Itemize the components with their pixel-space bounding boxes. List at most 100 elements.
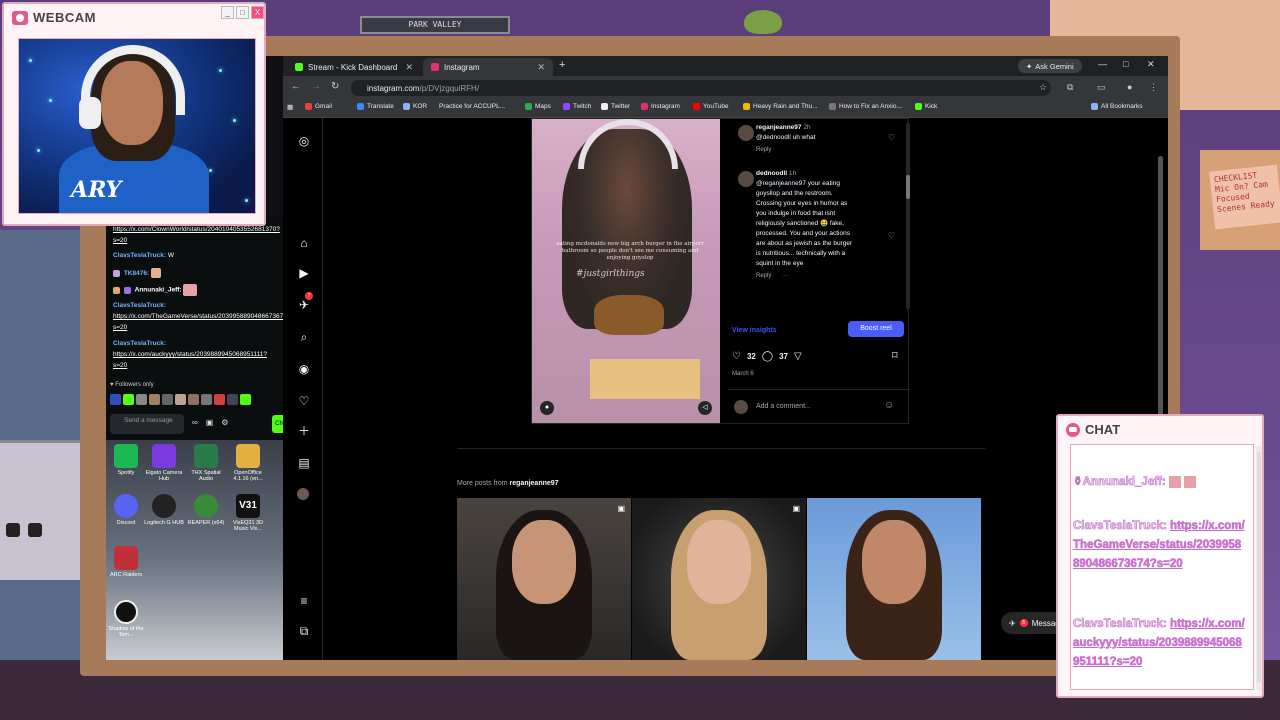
ask-gemini-button[interactable]: ✦ Ask Gemini [1018,59,1082,73]
emote-icon[interactable] [175,394,186,405]
desktop-icon-viseq[interactable]: V31 VisEQ31 3D Music Vis... [228,494,268,532]
chat-link[interactable]: https://x.com/TheGameVerse/status/203995… [113,313,283,331]
comment-mention[interactable]: @dednoodll [756,134,791,141]
chat-send-button[interactable]: Ch [272,415,283,433]
more-posts-user[interactable]: reganjeanne97 [510,480,559,487]
tab-kick-dashboard[interactable]: Stream - Kick Dashboard ✕ [287,58,421,76]
maximize-button[interactable]: □ [236,6,249,19]
new-tab-button[interactable]: + [559,59,565,71]
desktop-icon-thx[interactable]: THX Spatial Audio [186,444,226,482]
desktop-icon-spotify[interactable]: Spotify [106,444,146,476]
back-icon[interactable]: ← [291,81,301,92]
desktop-icon-shadow-tomb[interactable]: Shadow of the Tom... [106,600,146,638]
emote-icon[interactable] [188,394,199,405]
chat-username[interactable]: ClavsTeslaTruck: [113,252,166,259]
view-insights-link[interactable]: View insights [732,327,777,334]
chat-input[interactable]: Send a message [110,414,184,434]
reply-button[interactable]: Reply [756,145,886,155]
all-bookmarks[interactable]: All Bookmarks [1091,103,1143,110]
comment-icon[interactable]: ◯ [762,351,773,362]
minimize-button[interactable]: — [1098,59,1107,69]
chat-scroll-thumb[interactable] [1257,452,1261,682]
tab-instagram[interactable]: Instagram ✕ [423,58,553,76]
more-post-thumbnail[interactable]: ▣ [632,498,806,660]
comment-like-icon[interactable]: ♡ [888,231,895,240]
desktop-icon-logitech[interactable]: Logitech G HUB [144,494,184,526]
create-icon[interactable]: ＋ [297,424,311,438]
bookmark-item[interactable]: How to Fix an Anxio... [829,103,902,110]
search-icon[interactable]: ⌕ [297,330,311,344]
desktop-icon-reaper[interactable]: REAPER (x64) [186,494,226,526]
reload-icon[interactable]: ↻ [331,81,339,92]
heart-icon[interactable]: ♡ [297,394,311,408]
close-tab-icon[interactable]: ✕ [405,62,413,73]
bookmark-item[interactable]: Instagram [641,103,680,110]
avatar[interactable] [738,125,754,141]
maximize-button[interactable]: □ [1123,59,1128,69]
bookmark-item[interactable]: Twitch [563,103,591,110]
chat-username[interactable]: ClavsTeslaTruck: [113,340,166,347]
emoji-icon[interactable]: ∞ [192,418,198,427]
more-post-thumbnail[interactable] [807,498,981,660]
boost-reel-button[interactable]: Boost reel [848,321,904,337]
bookmark-item[interactable]: Translate [357,103,394,110]
close-button[interactable]: X [251,6,264,19]
comments-scrollbar[interactable] [906,123,910,309]
menu-icon[interactable]: ⋮ [1149,82,1158,93]
emote-icon[interactable] [227,394,238,405]
bookmark-item[interactable]: Kick [915,103,937,110]
save-icon[interactable]: ⌑ [892,349,898,362]
close-window-button[interactable]: ✕ [1147,59,1155,70]
reply-button[interactable]: Reply [756,273,771,279]
comment-username[interactable]: dednoodll [756,170,787,177]
apps-icon[interactable]: ▦ [287,103,293,111]
also-from-meta-icon[interactable]: ⧉ [297,624,311,638]
chat-username[interactable]: TK8476: [124,270,149,277]
bookmark-item[interactable]: Practice for ACCUPL... [439,103,505,110]
forward-icon[interactable]: → [311,81,321,92]
like-icon[interactable]: ♡ [732,351,741,362]
desktop-icon-discord[interactable]: Discord [106,494,146,526]
profile-avatar[interactable]: ● [1127,82,1132,92]
emote-icon[interactable] [136,394,147,405]
profile-avatar[interactable] [297,488,309,500]
avatar[interactable] [738,171,754,187]
desktop-icon-openoffice[interactable]: OpenOffice 4.1.16 (en... [228,444,268,482]
bookmark-item[interactable]: KOR [403,103,427,110]
reels-icon[interactable]: ▶ [297,266,311,280]
chat-username[interactable]: ClavsTeslaTruck: [113,302,166,309]
comment-mention[interactable]: @reganjeanne97 [756,180,806,187]
instagram-logo-icon[interactable]: ◎ [297,134,311,148]
desktop-icon-elgato[interactable]: Elgato Camera Hub [144,444,184,482]
star-icon[interactable]: ☆ [1039,82,1047,93]
share-icon[interactable]: ▽ [794,351,802,362]
comment-more-icon[interactable]: ··· [783,273,789,279]
emote-icon[interactable] [123,394,134,405]
mute-icon[interactable]: ◁ [698,401,712,415]
emote-icon[interactable] [162,394,173,405]
gift-icon[interactable]: ▣ [206,418,214,427]
home-icon[interactable]: ⌂ [297,236,311,250]
comment-like-icon[interactable]: ♡ [888,133,895,142]
emote-icon[interactable] [201,394,212,405]
more-post-thumbnail[interactable]: ▣ [457,498,631,660]
bookmark-item[interactable]: Twitter [601,103,630,110]
add-comment-input[interactable]: Add a comment... [756,403,811,410]
user-tag-icon[interactable]: ● [540,401,554,415]
bookmark-item[interactable]: Gmail [305,103,332,110]
chat-username[interactable]: Annunaki_Jeff: [135,287,182,294]
chat-overlay-scrollbar[interactable] [1256,446,1262,690]
minimize-button[interactable]: _ [221,6,234,19]
emoji-icon[interactable]: ☺ [884,400,894,411]
explore-icon[interactable]: ◉ [297,362,311,376]
comments-scroll-thumb[interactable] [906,175,910,199]
post-video[interactable]: eating mcdonalds new big arch burger in … [532,119,720,423]
more-menu-icon[interactable]: ≡ [297,594,311,608]
direct-icon[interactable]: ✈ [297,298,311,312]
emote-icon[interactable] [110,394,121,405]
desktop-icon-arc-raiders[interactable]: ARC Raiders [106,546,146,578]
bookmark-item[interactable]: YouTube [693,103,729,110]
cast-icon[interactable]: ▭ [1097,82,1106,93]
bookmark-item[interactable]: Maps [525,103,551,110]
comment-username[interactable]: reganjeanne97 [756,124,802,131]
